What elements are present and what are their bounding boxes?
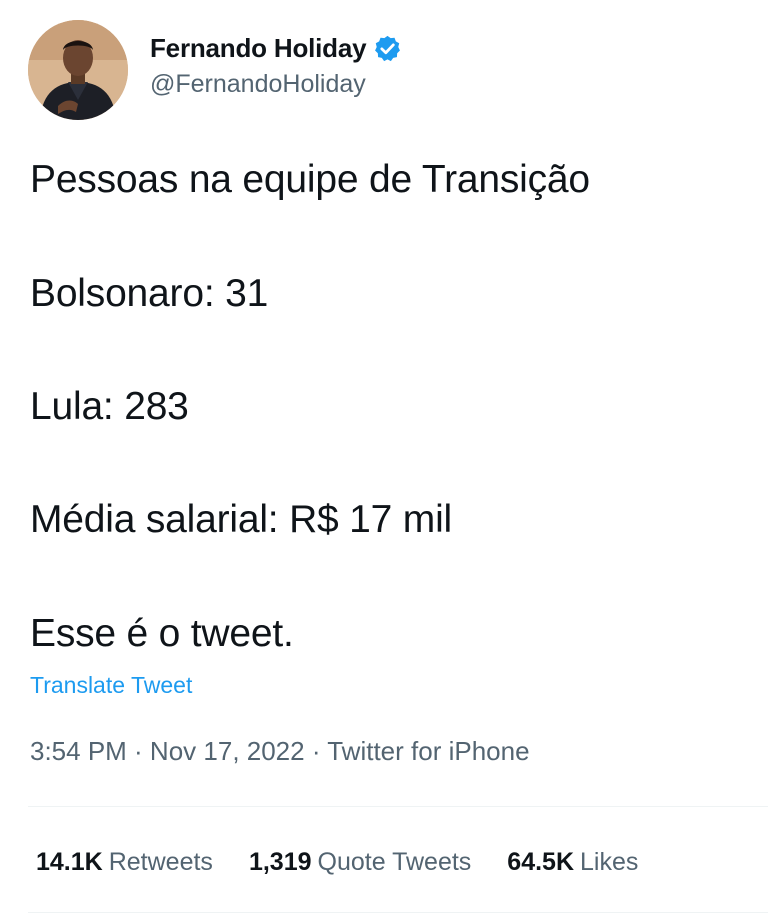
likes-label: Likes	[580, 848, 639, 876]
retweets-label: Retweets	[108, 848, 213, 876]
tweet-line-1: Pessoas na equipe de Transição	[30, 158, 590, 201]
display-name[interactable]: Fernando Holiday	[150, 33, 367, 64]
retweets-stat[interactable]: 14.1K Retweets	[36, 848, 213, 877]
avatar-photo-icon	[28, 20, 128, 120]
likes-count: 64.5K	[507, 848, 575, 876]
author-info: Fernando Holiday @FernandoHoliday	[150, 30, 402, 99]
tweet-line-4: Média salarial: R$ 17 mil	[30, 498, 453, 541]
tweet-line-5: Esse é o tweet.	[30, 612, 294, 655]
tweet-card: Fernando Holiday @FernandoHoliday Pessoa…	[0, 0, 768, 919]
likes-stat[interactable]: 64.5K Likes	[507, 848, 638, 877]
translate-tweet-link[interactable]: Translate Tweet	[30, 672, 192, 699]
avatar[interactable]	[28, 20, 128, 120]
quote-tweets-label: Quote Tweets	[317, 848, 472, 876]
name-row: Fernando Holiday	[150, 30, 402, 66]
quote-tweets-count: 1,319	[248, 848, 312, 876]
handle[interactable]: @FernandoHoliday	[150, 70, 402, 99]
divider-bottom	[28, 912, 768, 913]
quote-tweets-stat[interactable]: 1,319 Quote Tweets	[249, 848, 471, 877]
verified-badge-icon	[373, 34, 402, 63]
retweets-count: 14.1K	[36, 848, 103, 876]
tweet-line-3: Lula: 283	[30, 385, 189, 428]
tweet-stats: 14.1K Retweets 1,319 Quote Tweets 64.5K Lik…	[36, 848, 674, 877]
divider	[28, 806, 768, 807]
tweet-timestamp[interactable]: 3:54 PM · Nov 17, 2022 · Twitter for iPh…	[30, 736, 530, 767]
tweet-line-2: Bolsonaro: 31	[30, 272, 269, 315]
